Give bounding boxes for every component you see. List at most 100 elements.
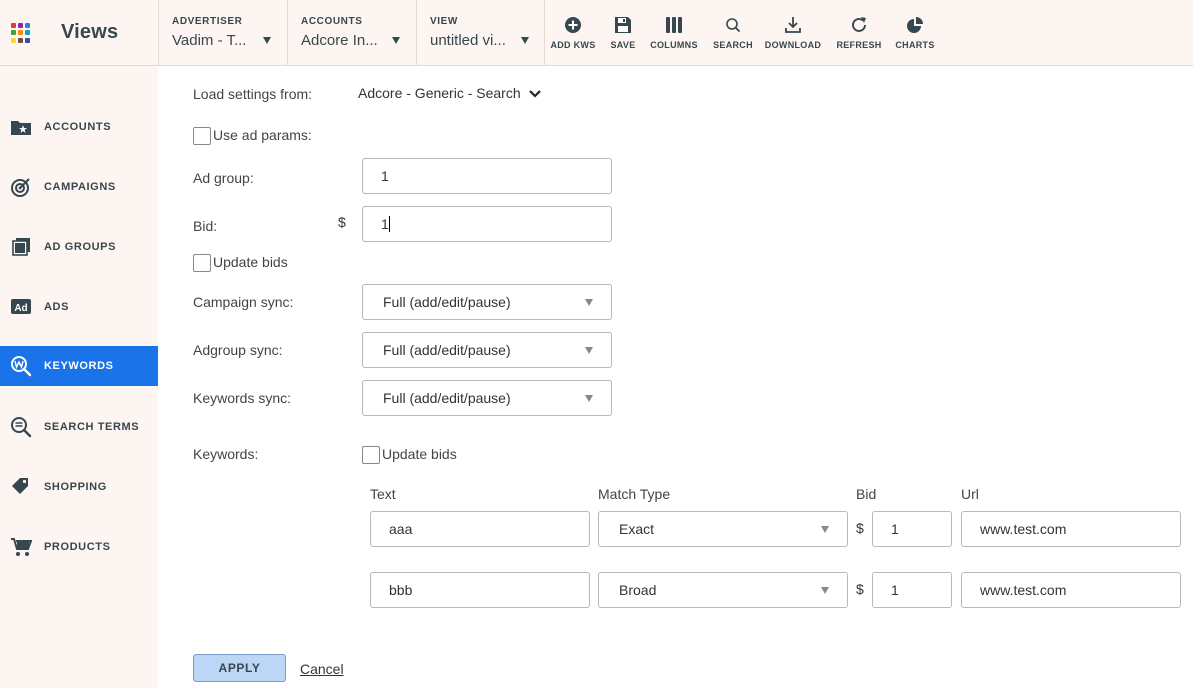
columns-icon (666, 17, 682, 33)
chevron-down-icon (528, 90, 541, 98)
keywords-sync-value: Full (add/edit/pause) (383, 390, 511, 406)
sidebar-item-shopping[interactable]: SHOPPING (0, 467, 158, 507)
sidebar-item-campaigns[interactable]: CAMPAIGNS (0, 167, 158, 207)
match-type-select[interactable]: Exact (598, 511, 848, 547)
bid-input[interactable]: 1 (362, 206, 612, 242)
apply-button[interactable]: APPLY (193, 654, 286, 682)
match-type-select[interactable]: Broad (598, 572, 848, 608)
save-label: SAVE (610, 40, 636, 50)
caret-down-icon (821, 587, 829, 594)
cancel-link[interactable]: Cancel (300, 661, 344, 677)
sidebar-item-label: KEYWORDS (44, 360, 114, 372)
caret-down-icon (821, 526, 829, 533)
ad-group-input[interactable]: 1 (362, 158, 612, 194)
keyword-bid-input[interactable]: 1 (872, 572, 952, 608)
currency-symbol: $ (856, 520, 864, 536)
view-dropdown[interactable]: VIEW untitled vi... (417, 0, 544, 66)
grid-dot (25, 23, 30, 28)
add-kws-label: ADD KWS (550, 40, 596, 50)
accounts-value: Adcore In... (301, 32, 378, 49)
charts-label: CHARTS (895, 40, 935, 50)
sidebar-item-label: ACCOUNTS (44, 121, 112, 133)
sidebar: ACCOUNTS CAMPAIGNS AD GROUPS Ad ADS KEYW… (0, 66, 158, 688)
use-ad-params-checkbox[interactable] (193, 127, 211, 145)
caret-down-icon (392, 37, 400, 44)
caret-down-icon (263, 37, 271, 44)
caret-down-icon (585, 395, 593, 402)
top-bar: Views ADVERTISER Vadim - T... ACCOUNTS A… (0, 0, 1193, 66)
search-icon (726, 18, 740, 32)
match-type-value: Broad (619, 582, 657, 598)
keyword-url-input[interactable]: www.test.com (961, 511, 1181, 547)
keyword-text-input[interactable]: bbb (370, 572, 590, 608)
load-settings-label: Load settings from: (193, 86, 313, 102)
columns-button[interactable]: COLUMNS (648, 16, 700, 56)
charts-button[interactable]: CHARTS (892, 16, 938, 56)
use-ad-params-label: Use ad params: (213, 127, 312, 143)
bid-label: Bid: (193, 218, 218, 234)
grid-dot (11, 23, 16, 28)
apps-grid-icon[interactable] (11, 23, 31, 43)
keyword-bid-input[interactable]: 1 (872, 511, 952, 547)
column-header-match-type: Match Type (598, 486, 671, 502)
column-header-url: Url (961, 486, 979, 502)
currency-symbol: $ (338, 214, 346, 230)
campaign-sync-value: Full (add/edit/pause) (383, 294, 511, 310)
sidebar-item-products[interactable]: PRODUCTS (0, 527, 158, 567)
currency-symbol: $ (856, 581, 864, 597)
ad-badge-icon: Ad (11, 299, 31, 314)
update-bids-label: Update bids (213, 254, 288, 270)
grid-dot (18, 30, 23, 36)
campaign-sync-select[interactable]: Full (add/edit/pause) (362, 284, 612, 320)
text-cursor (388, 216, 390, 232)
sidebar-item-label: AD GROUPS (44, 241, 117, 253)
grid-dot (11, 37, 16, 43)
keyword-url-input[interactable]: www.test.com (961, 572, 1181, 608)
sidebar-item-ads[interactable]: Ad ADS (0, 287, 158, 327)
refresh-icon (852, 17, 866, 32)
divider (544, 0, 545, 66)
advertiser-label: ADVERTISER (172, 16, 243, 27)
keyword-text-input[interactable]: aaa (370, 511, 590, 547)
sidebar-item-label: SHOPPING (44, 481, 107, 493)
svg-text:Ad: Ad (14, 303, 27, 314)
columns-label: COLUMNS (650, 40, 698, 50)
app-title: Views (61, 21, 119, 43)
caret-down-icon (585, 299, 593, 306)
cart-icon (11, 538, 32, 556)
stacked-pages-icon (12, 238, 30, 256)
refresh-button[interactable]: REFRESH (834, 16, 884, 56)
pie-chart-icon (907, 17, 923, 33)
download-label: DOWNLOAD (764, 40, 822, 50)
target-icon (11, 178, 30, 197)
advertiser-dropdown[interactable]: ADVERTISER Vadim - T... (159, 0, 287, 66)
keywords-sync-label: Keywords sync: (193, 390, 292, 406)
bid-value: 1 (381, 216, 389, 232)
update-bids-checkbox[interactable] (193, 254, 211, 272)
sidebar-item-ad-groups[interactable]: AD GROUPS (0, 227, 158, 267)
adgroup-sync-label: Adgroup sync: (193, 342, 283, 358)
add-kws-button[interactable]: ADD KWS (548, 16, 598, 56)
download-button[interactable]: DOWNLOAD (762, 16, 824, 56)
caret-down-icon (585, 347, 593, 354)
accounts-dropdown[interactable]: ACCOUNTS Adcore In... (288, 0, 416, 66)
download-icon (785, 17, 801, 33)
adgroup-sync-select[interactable]: Full (add/edit/pause) (362, 332, 612, 368)
keywords-update-bids-checkbox[interactable] (362, 446, 380, 464)
ad-group-label: Ad group: (193, 170, 254, 186)
grid-dot (18, 23, 23, 28)
refresh-label: REFRESH (836, 40, 882, 50)
search-button[interactable]: SEARCH (710, 16, 756, 56)
view-value: untitled vi... (430, 32, 506, 49)
sidebar-item-accounts[interactable]: ACCOUNTS (0, 107, 158, 147)
sidebar-item-keywords[interactable]: KEYWORDS (0, 346, 158, 386)
save-button[interactable]: SAVE (604, 16, 642, 56)
sidebar-item-label: ADS (44, 301, 70, 313)
view-label: VIEW (430, 16, 458, 27)
keywords-sync-select[interactable]: Full (add/edit/pause) (362, 380, 612, 416)
column-header-bid: Bid (856, 486, 877, 502)
sidebar-item-search-terms[interactable]: SEARCH TERMS (0, 407, 158, 447)
tag-icon (12, 478, 28, 494)
grid-dot (18, 37, 23, 43)
load-settings-dropdown[interactable]: Adcore - Generic - Search (358, 85, 541, 101)
